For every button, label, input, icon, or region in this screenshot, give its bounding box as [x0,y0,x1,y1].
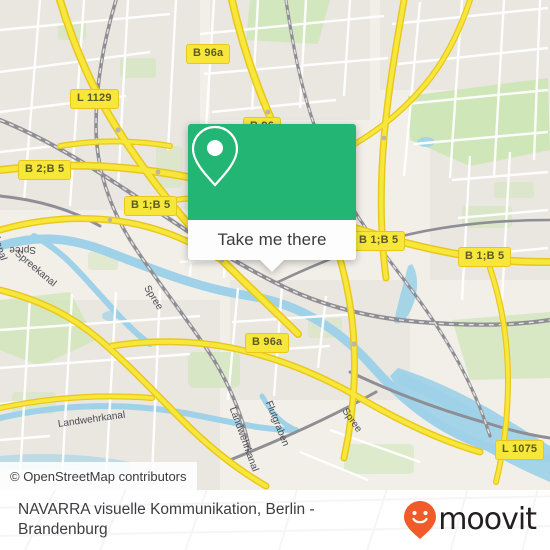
callout-action[interactable]: Take me there [188,220,356,260]
place-title: NAVARRA visuelle Kommunikation, Berlin -… [18,501,315,538]
map-canvas[interactable]: B 96aL 1129B 96B 2;B 5B 1;B 5B 1;B 5B 1;… [0,0,550,490]
road-shield: B 96a [186,44,231,64]
moovit-wordmark: moovit [438,502,537,537]
moovit-pin-logo-icon [404,501,437,539]
map-pin-icon [191,125,239,187]
destination-callout-card[interactable]: Take me there [188,124,356,272]
callout-tail [259,259,285,272]
take-me-there-label: Take me there [217,230,327,249]
road-shield: B 2;B 5 [18,160,72,180]
road-shield: B 1;B 5 [124,196,178,216]
moovit-logo[interactable]: moovit [403,500,537,540]
road-shield: B 1;B 5 [458,247,512,267]
road-shield: B 1;B 5 [352,231,406,251]
attribution-text: © OpenStreetMap contributors [10,468,187,484]
road-shield: B 96a [245,333,290,353]
footer-bar: NAVARRA visuelle Kommunikation, Berlin -… [0,490,550,550]
road-shield: L 1129 [70,89,119,109]
moovit-map-screenshot: B 96aL 1129B 96B 2;B 5B 1;B 5B 1;B 5B 1;… [0,0,550,550]
callout-header [188,124,356,220]
map-attribution[interactable]: © OpenStreetMap contributors [0,462,197,490]
road-shield: L 1075 [495,440,545,460]
